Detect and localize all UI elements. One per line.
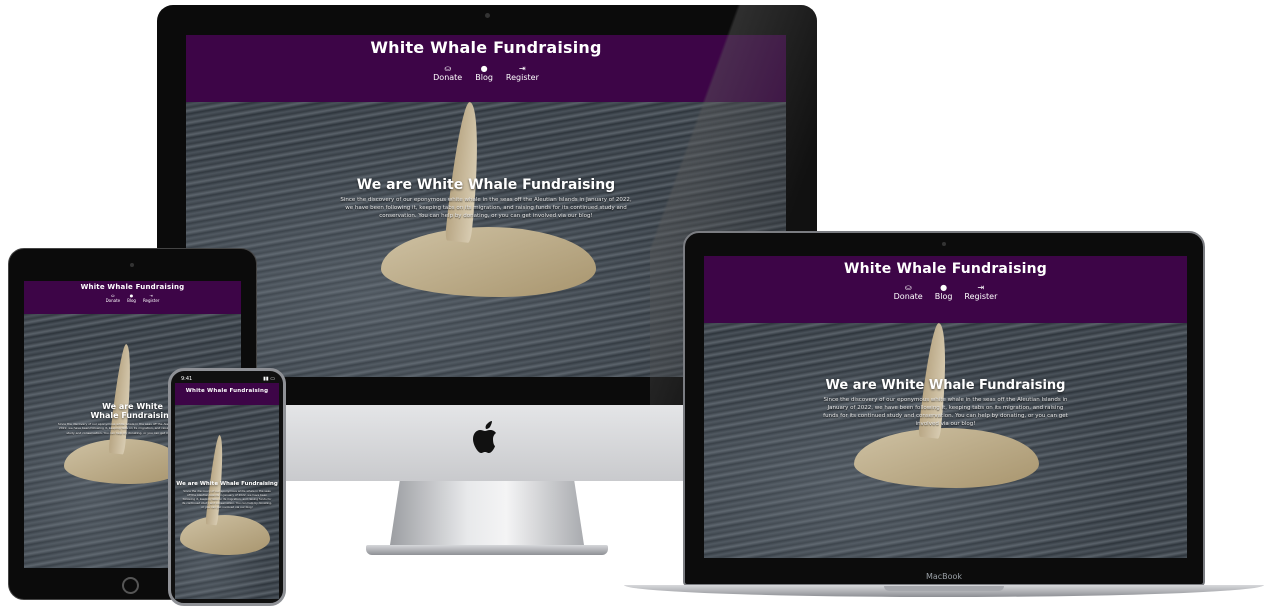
sign-in-icon: ⇥: [519, 64, 526, 73]
whale-body: [180, 515, 270, 555]
nav-register[interactable]: ⇥ Register: [505, 64, 539, 83]
imac-stand-foot: [366, 545, 608, 555]
nav-label: Blog: [934, 292, 953, 301]
battery-icon: ▮▮ ▭: [263, 375, 275, 382]
ipad-home-button[interactable]: [122, 577, 139, 594]
hero-image: We are White Whale Fundraising Since the…: [704, 322, 1187, 558]
hero-content: We are White Whale Fundraising Since the…: [175, 481, 279, 509]
nav-donate[interactable]: ⛀ Donate: [893, 283, 923, 302]
brand-title[interactable]: White Whale Fundraising: [704, 256, 1187, 277]
whale-fin: [205, 434, 227, 526]
iphone-screen: White Whale Fundraising We are White Wha…: [175, 383, 279, 599]
nav-donate[interactable]: ⛀ Donate: [433, 64, 463, 83]
hero-content: We are White Whale Fundraising Since the…: [704, 378, 1187, 429]
nav-label: Register: [505, 73, 539, 82]
iphone-status-bar: 9:41 ▮▮ ▭: [176, 374, 280, 383]
apple-logo-icon: [473, 421, 496, 453]
site-header: White Whale Fundraising: [175, 383, 279, 405]
nav-register[interactable]: ⇥ Register: [142, 294, 160, 304]
nav-blog[interactable]: ● Blog: [127, 294, 136, 304]
hero-body: Since the discovery of our eponymous whi…: [340, 197, 632, 219]
brand-title[interactable]: White Whale Fundraising: [24, 281, 241, 291]
comment-icon: ●: [480, 64, 488, 73]
comment-icon: ●: [940, 283, 948, 292]
hero-title: We are White Whale Fundraising: [825, 378, 1066, 393]
imac-stand-neck: [390, 481, 584, 545]
status-time: 9:41: [181, 375, 193, 382]
hero-body: Since the discovery of our eponymous whi…: [823, 397, 1068, 427]
nav-label: Donate: [433, 73, 463, 82]
hero-image: We are White Whale Fundraising Since the…: [175, 405, 279, 599]
sign-in-icon: ⇥: [977, 283, 985, 292]
nav-label: Donate: [893, 292, 923, 301]
nav-label: Blog: [127, 298, 136, 303]
nav-label: Blog: [475, 73, 493, 82]
macbook-label: MacBook: [925, 572, 963, 581]
macbook-notch: [884, 586, 1004, 591]
whale-fin: [108, 343, 136, 455]
nav-blog[interactable]: ● Blog: [475, 64, 493, 83]
main-nav: ⛀ Donate ● Blog ⇥ Register: [704, 283, 1187, 302]
imac-camera: [485, 13, 490, 18]
brand-title[interactable]: White Whale Fundraising: [175, 383, 279, 394]
donate-hand-icon: ⛀: [444, 64, 452, 73]
macbook-camera: [942, 242, 946, 246]
whale-fin: [444, 101, 486, 243]
site-header: White Whale Fundraising ⛀ Donate ● Blog ⇥ R…: [704, 256, 1187, 323]
main-nav: ⛀ Donate ● Blog ⇥ Register: [24, 294, 241, 304]
hero-title: We are White Whale Fundraising: [176, 481, 278, 487]
macbook-screen: White Whale Fundraising ⛀ Donate ● Blog ⇥ R…: [704, 256, 1187, 558]
whale-body: [381, 227, 596, 297]
nav-label: Register: [142, 298, 160, 303]
site-header: White Whale Fundraising ⛀ Donate ● Blog ⇥ R…: [24, 281, 241, 314]
nav-blog[interactable]: ● Blog: [934, 283, 953, 302]
nav-label: Register: [964, 292, 998, 301]
nav-label: Donate: [105, 298, 121, 303]
nav-donate[interactable]: ⛀ Donate: [105, 294, 121, 304]
whale-body: [854, 428, 1039, 488]
ipad-camera: [130, 263, 134, 267]
hero-body: Since the discovery of our eponymous whi…: [182, 489, 272, 510]
donate-hand-icon: ⛀: [904, 283, 912, 292]
nav-register[interactable]: ⇥ Register: [964, 283, 998, 302]
responsive-mockup: White Whale Fundraising ⛀ Donate ● Blog ⇥ R…: [0, 0, 1276, 611]
hero-title: We are White Whale Fundraising: [90, 402, 175, 420]
